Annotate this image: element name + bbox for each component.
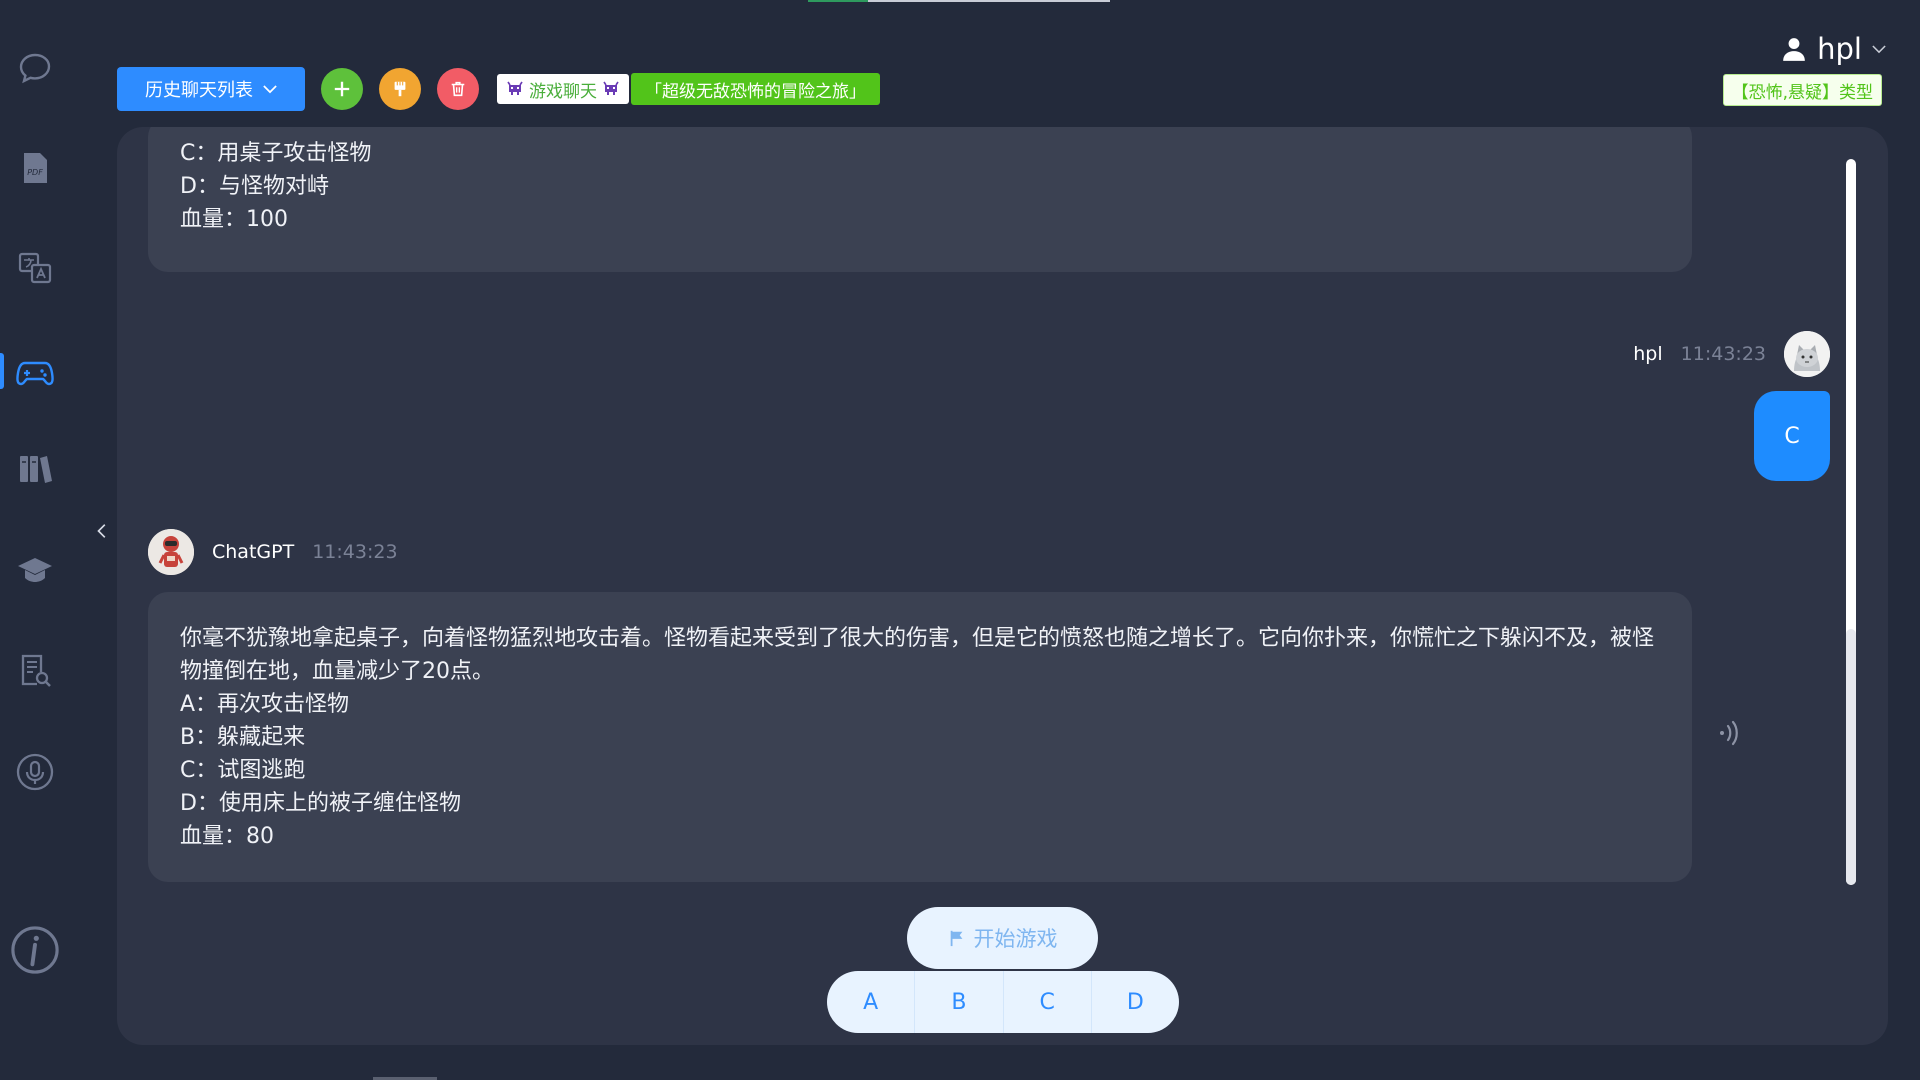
message-line: 血量：100	[180, 207, 288, 232]
pdf-file-icon: PDF	[24, 153, 47, 183]
bot-avatar	[148, 529, 194, 575]
choice-button-group: A B C D	[827, 971, 1179, 1033]
chevron-left-icon	[97, 524, 106, 538]
chat-panel: C：用桌子攻击怪物 D：与怪物对峙 血量：100 hpl 11:43:23 C …	[117, 127, 1888, 1045]
chat-bubble-icon	[19, 53, 51, 84]
message-line: D：与怪物对峙	[180, 174, 329, 199]
top-loading-fill	[808, 0, 868, 2]
graduation-cap-icon	[18, 558, 52, 582]
message-text: C	[1784, 423, 1800, 449]
message-line: B：躲藏起来	[180, 725, 306, 750]
sidebar-item-pdf[interactable]: PDF	[0, 140, 70, 196]
start-game-label: 开始游戏	[973, 927, 1058, 951]
user-icon	[1783, 38, 1805, 61]
collapse-sidebar-button[interactable]	[92, 520, 112, 542]
info-icon	[11, 926, 59, 974]
chat-scrollbar-thumb[interactable]	[1846, 629, 1856, 885]
top-loading-bar	[808, 0, 1110, 2]
microphone-icon	[16, 753, 54, 791]
message-time: 11:43:23	[312, 541, 398, 563]
user-name: hpl	[1817, 32, 1862, 66]
message-line: 血量：80	[180, 824, 274, 849]
brush-icon	[394, 81, 406, 97]
message-line: C：试图逃跑	[180, 758, 306, 783]
document-search-icon	[21, 654, 51, 687]
sidebar-item-document-search[interactable]	[0, 642, 70, 698]
user-message-bubble: C	[1754, 391, 1830, 481]
alien-monster-icon	[603, 81, 619, 95]
trash-icon	[451, 81, 465, 97]
gamepad-icon	[16, 361, 54, 386]
chat-toolbar: 历史聊天列表 游戏聊天 「超级无敌恐怖的冒险之旅」	[117, 67, 880, 111]
user-avatar	[1784, 331, 1830, 377]
cat-avatar-icon	[1784, 331, 1830, 377]
flag-icon	[950, 930, 962, 947]
clear-chat-button[interactable]	[379, 68, 421, 110]
message-line: 物撞倒在地，血量减少了20点。	[180, 659, 494, 684]
delete-chat-button[interactable]	[437, 68, 479, 110]
message-line: A：再次攻击怪物	[180, 692, 350, 717]
history-chat-list-button[interactable]: 历史聊天列表	[117, 67, 305, 111]
start-game-button[interactable]: 开始游戏	[907, 907, 1098, 969]
sidebar-item-voice[interactable]	[0, 744, 70, 800]
plus-icon	[334, 81, 350, 97]
read-aloud-button[interactable]	[1710, 715, 1750, 751]
choice-d-button[interactable]: D	[1092, 971, 1179, 1033]
bot-message-bubble: 你毫不犹豫地拿起桌子，向着怪物猛烈地攻击着。怪物看起来受到了很大的伤害，但是它的…	[148, 592, 1692, 882]
bot-message-header: ChatGPT 11:43:23	[148, 529, 398, 575]
history-chat-list-label: 历史聊天列表	[145, 80, 253, 101]
choice-b-button[interactable]: B	[915, 971, 1004, 1033]
sidebar-item-info[interactable]	[0, 920, 70, 980]
robot-avatar-icon	[148, 529, 194, 575]
choice-a-button[interactable]: A	[827, 971, 916, 1033]
alien-monster-icon	[507, 81, 523, 95]
message-line: 你毫不犹豫地拿起桌子，向着怪物猛烈地攻击着。怪物看起来受到了很大的伤害，但是它的…	[180, 626, 1655, 651]
sidebar-item-game[interactable]	[0, 343, 70, 399]
sidebar-item-education[interactable]	[0, 542, 70, 598]
translate-icon	[18, 252, 52, 284]
user-message-header: hpl 11:43:23	[1633, 331, 1830, 377]
new-chat-button[interactable]	[321, 68, 363, 110]
message-author: ChatGPT	[212, 541, 295, 563]
books-icon	[20, 456, 52, 483]
svg-text:PDF: PDF	[27, 168, 43, 177]
message-author: hpl	[1633, 343, 1663, 365]
sidebar-item-chat[interactable]	[0, 40, 70, 96]
chat-scrollbar[interactable]	[1846, 159, 1856, 885]
sound-wave-icon	[1720, 720, 1738, 746]
game-chat-tag-label: 游戏聊天	[529, 81, 597, 102]
message-time: 11:43:23	[1680, 343, 1766, 365]
sidebar-item-library[interactable]	[0, 440, 70, 496]
sidebar: PDF	[0, 0, 70, 1080]
choice-c-button[interactable]: C	[1004, 971, 1092, 1033]
game-chat-tag: 游戏聊天	[497, 74, 629, 104]
sidebar-item-translate[interactable]	[0, 240, 70, 296]
story-type-tag: 【恐怖,悬疑】类型	[1722, 74, 1882, 106]
chevron-down-icon	[1872, 44, 1886, 53]
message-line: C：用桌子攻击怪物	[180, 141, 372, 166]
user-menu[interactable]: hpl	[1781, 28, 1886, 70]
chevron-down-icon	[263, 84, 277, 93]
message-line: D：使用床上的被子缠住怪物	[180, 791, 461, 816]
story-title-tag: 「超级无敌恐怖的冒险之旅」	[631, 73, 880, 105]
bot-message-bubble: C：用桌子攻击怪物 D：与怪物对峙 血量：100	[148, 127, 1692, 272]
